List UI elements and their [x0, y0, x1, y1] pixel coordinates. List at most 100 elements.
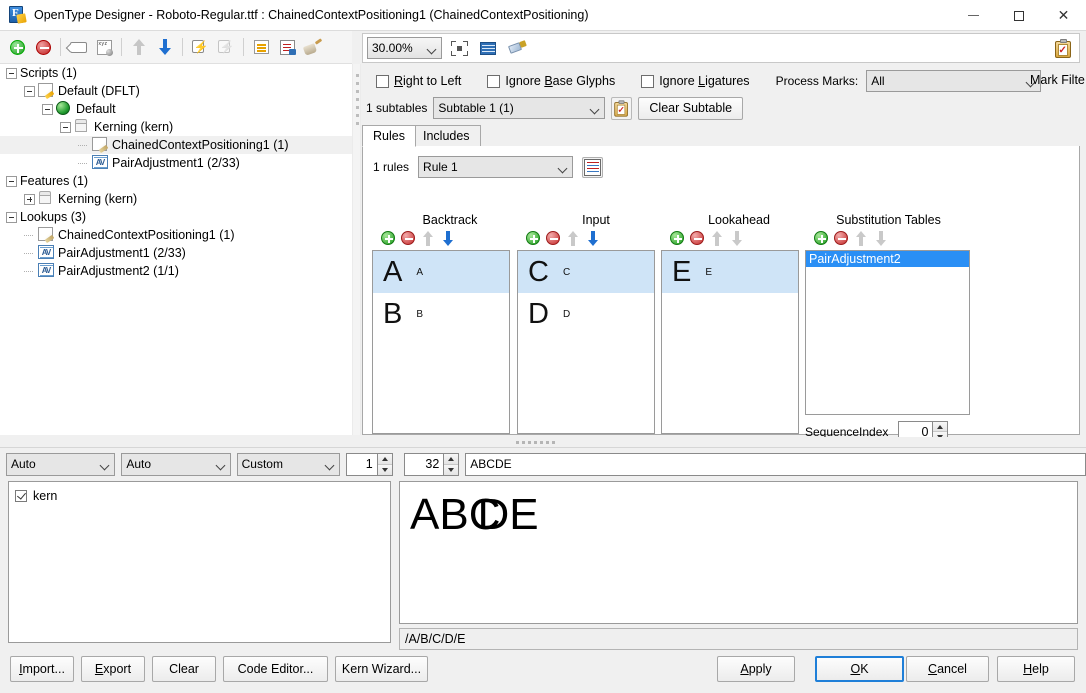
- export-button[interactable]: Export: [81, 656, 145, 682]
- kern-wizard-button[interactable]: Kern Wizard...: [335, 656, 428, 682]
- add-input-icon[interactable]: [525, 230, 541, 246]
- tree-node[interactable]: PairAdjustment2 (1/1): [0, 262, 352, 280]
- tree-node[interactable]: Default (DFLT): [0, 82, 352, 100]
- move-up-input-icon[interactable]: [565, 230, 581, 246]
- collapse-icon[interactable]: [42, 103, 53, 115]
- tab-rules[interactable]: Rules: [362, 125, 416, 147]
- clear-button[interactable]: Clear: [152, 656, 216, 682]
- edit-pen-icon[interactable]: [505, 36, 529, 60]
- expand-icon[interactable]: [24, 193, 35, 205]
- vertical-splitter[interactable]: [352, 64, 361, 435]
- organize-icon[interactable]: [249, 35, 273, 59]
- glyph-list-item[interactable]: AA: [373, 251, 509, 293]
- substitution-tables-list[interactable]: PairAdjustment2: [805, 250, 970, 415]
- glyph-preview[interactable]: ABCDE: [399, 481, 1078, 624]
- move-down-substitution-icon[interactable]: [873, 230, 889, 246]
- rule-combo[interactable]: Rule 1: [418, 156, 574, 178]
- sequence-index-up[interactable]: [933, 422, 948, 432]
- move-down-input-icon[interactable]: [585, 230, 601, 246]
- collapse-icon[interactable]: [24, 85, 35, 97]
- apply-button[interactable]: Apply: [717, 656, 795, 682]
- import-button[interactable]: Import...: [10, 656, 74, 682]
- compile-icon[interactable]: ⚡: [188, 35, 212, 59]
- collapse-icon[interactable]: [6, 67, 17, 79]
- glyph-properties-icon[interactable]: [92, 35, 116, 59]
- tree-node[interactable]: Lookups (3): [0, 208, 352, 226]
- minimize-button[interactable]: [951, 0, 996, 31]
- add-icon[interactable]: [5, 35, 29, 59]
- glyph-list-item[interactable]: EE: [662, 251, 798, 293]
- feature-checkbox-item[interactable]: kern: [15, 487, 390, 504]
- clean-icon[interactable]: [301, 35, 325, 59]
- glyph-list-item[interactable]: DD: [518, 293, 654, 335]
- help-button[interactable]: Help: [997, 656, 1075, 682]
- glyph-list-item[interactable]: CC: [518, 251, 654, 293]
- move-up-backtrack-icon[interactable]: [420, 230, 436, 246]
- compile-all-icon[interactable]: ⚡: [214, 35, 238, 59]
- tree-node[interactable]: Kerning (kern): [0, 190, 352, 208]
- clipboard-check-icon[interactable]: ✓: [1051, 36, 1075, 60]
- report-icon[interactable]: [275, 35, 299, 59]
- line-count-stepper[interactable]: 1: [345, 452, 393, 476]
- close-button[interactable]: ✕: [1041, 0, 1086, 31]
- remove-icon[interactable]: [31, 35, 55, 59]
- clipboard-check-icon[interactable]: ✓: [611, 96, 633, 120]
- collapse-icon[interactable]: [6, 211, 17, 223]
- collapse-icon[interactable]: [6, 175, 17, 187]
- remove-substitution-icon[interactable]: [833, 230, 849, 246]
- move-down-backtrack-icon[interactable]: [440, 230, 456, 246]
- line-count-down[interactable]: [377, 464, 392, 475]
- tree-node[interactable]: PairAdjustment1 (2/33): [0, 244, 352, 262]
- sample-text-combo[interactable]: ABCDE: [465, 452, 1086, 476]
- tree-node[interactable]: Kerning (kern): [0, 118, 352, 136]
- right-to-left-checkbox[interactable]: Right to Left: [376, 74, 461, 88]
- lookahead-list[interactable]: EE: [661, 250, 799, 434]
- code-editor-button[interactable]: Code Editor...: [223, 656, 328, 682]
- tree-node[interactable]: PairAdjustment1 (2/33): [0, 154, 352, 172]
- cancel-button[interactable]: Cancel: [906, 656, 989, 682]
- shaper-engine-combo[interactable]: Auto: [6, 452, 116, 476]
- line-count-up[interactable]: [377, 453, 392, 465]
- feature-checklist[interactable]: kern: [8, 481, 391, 643]
- feature-set-combo[interactable]: Custom: [236, 452, 340, 476]
- move-up-substitution-icon[interactable]: [853, 230, 869, 246]
- tree-node[interactable]: ChainedContextPositioning1 (1): [0, 226, 352, 244]
- add-substitution-icon[interactable]: [813, 230, 829, 246]
- ignore-base-glyphs-checkbox[interactable]: Ignore Base Glyphs: [487, 74, 615, 88]
- remove-input-icon[interactable]: [545, 230, 561, 246]
- lookup-tree[interactable]: Scripts (1) Default (DFLT) Default Kerning …: [0, 64, 352, 435]
- clear-subtable-button[interactable]: Clear Subtable: [638, 96, 744, 120]
- maximize-button[interactable]: [996, 0, 1041, 31]
- tab-includes[interactable]: Includes: [412, 125, 481, 147]
- font-size-stepper[interactable]: 32: [403, 452, 460, 476]
- move-up-lookahead-icon[interactable]: [709, 230, 725, 246]
- rules-list-icon[interactable]: [582, 156, 604, 178]
- move-down-lookahead-icon[interactable]: [729, 230, 745, 246]
- ignore-ligatures-checkbox[interactable]: Ignore Ligatures: [641, 74, 750, 88]
- backtrack-list[interactable]: AABB: [372, 250, 510, 434]
- tree-node[interactable]: Features (1): [0, 172, 352, 190]
- process-marks-combo[interactable]: All: [866, 70, 1042, 92]
- fit-to-window-icon[interactable]: [447, 36, 471, 60]
- rename-tag-icon[interactable]: [66, 35, 90, 59]
- collapse-icon[interactable]: [60, 121, 71, 133]
- input-list[interactable]: CCDD: [517, 250, 655, 434]
- substitution-table-item[interactable]: PairAdjustment2: [806, 251, 969, 267]
- direction-combo[interactable]: Auto: [121, 452, 231, 476]
- ok-button[interactable]: OK: [815, 656, 904, 682]
- font-size-up[interactable]: [444, 453, 459, 465]
- move-up-icon[interactable]: [127, 35, 151, 59]
- move-down-icon[interactable]: [153, 35, 177, 59]
- horizontal-splitter[interactable]: [0, 437, 1086, 448]
- zoom-combo[interactable]: 30.00%: [367, 37, 442, 59]
- grid-view-icon[interactable]: [476, 36, 500, 60]
- add-lookahead-icon[interactable]: [669, 230, 685, 246]
- tree-node[interactable]: Default: [0, 100, 352, 118]
- remove-backtrack-icon[interactable]: [400, 230, 416, 246]
- font-size-down[interactable]: [444, 464, 459, 475]
- remove-lookahead-icon[interactable]: [689, 230, 705, 246]
- glyph-list-item[interactable]: BB: [373, 293, 509, 335]
- subtable-combo[interactable]: Subtable 1 (1): [433, 97, 606, 119]
- add-backtrack-icon[interactable]: [380, 230, 396, 246]
- tree-node[interactable]: Scripts (1): [0, 64, 352, 82]
